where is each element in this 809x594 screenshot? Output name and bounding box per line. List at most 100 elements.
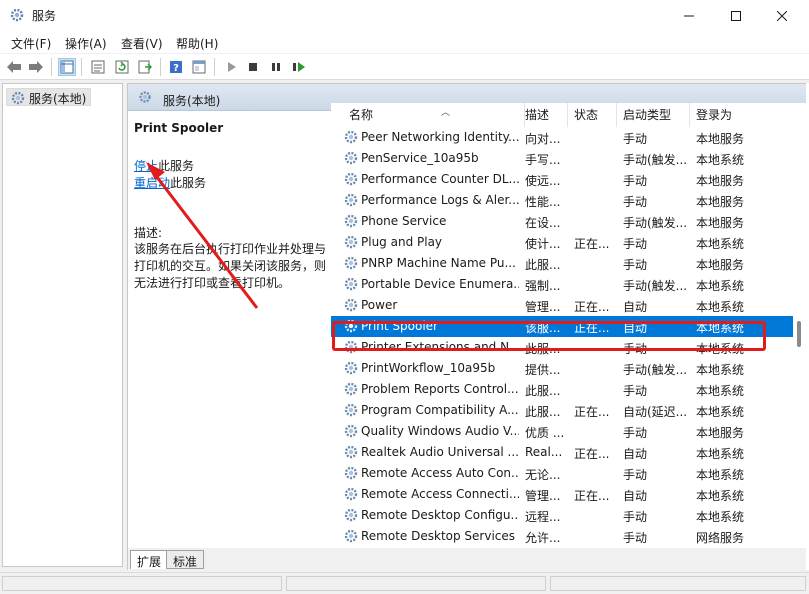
column-header-desc[interactable]: 描述 <box>519 103 568 127</box>
show-hide-tree-button[interactable] <box>58 58 76 76</box>
service-start-type: 手动 <box>623 468 648 482</box>
export-list-icon <box>138 60 152 74</box>
content-header-title: 服务(本地) <box>163 94 221 108</box>
table-row[interactable]: PNRP Machine Name Pu... 此服... 手动 本地服务 <box>331 253 793 274</box>
table-row[interactable]: Remote Desktop Services 允许... 手动 网络服务 <box>331 526 793 547</box>
restart-icon <box>293 62 305 72</box>
service-start-type: 手动(触发... <box>623 216 688 230</box>
service-logon: 本地系统 <box>696 153 745 167</box>
service-gear-icon <box>344 214 358 228</box>
export-list-button[interactable] <box>136 58 154 76</box>
table-row[interactable]: Peer Networking Identity... 向对... 手动 本地服务 <box>331 127 793 148</box>
menu-view[interactable]: 查看(V) <box>121 35 163 52</box>
title-bar: 服务 <box>0 0 809 32</box>
service-description: 无论... <box>525 468 561 482</box>
service-status: 正在... <box>574 489 610 503</box>
column-start-type-label: 启动类型 <box>623 108 672 122</box>
table-row[interactable]: Remote Desktop Configu... 远程... 手动 本地系统 <box>331 505 793 526</box>
table-row[interactable]: Performance Counter DL... 使远... 手动 本地服务 <box>331 169 793 190</box>
properties-button[interactable] <box>89 58 107 76</box>
tab-extended[interactable]: 扩展 <box>130 550 169 569</box>
table-row[interactable]: PrintWorkflow_10a95b 提供... 手动(触发... 本地系统 <box>331 358 793 379</box>
tree-node-services-local[interactable]: 服务(本地) <box>6 88 92 106</box>
refresh-button[interactable] <box>113 58 131 76</box>
maximize-button[interactable] <box>713 0 759 32</box>
service-name: Remote Access Auto Con... <box>361 466 519 480</box>
gear-icon <box>11 91 25 105</box>
service-status: 正在... <box>574 300 610 314</box>
view-button[interactable] <box>190 58 208 76</box>
table-row[interactable]: Program Compatibility A... 此服... 正在... 自动(延… <box>331 400 793 421</box>
table-row[interactable]: Remote Access Auto Con... 无论... 手动 本地系统 <box>331 463 793 484</box>
service-logon: 网络服务 <box>696 531 745 545</box>
service-name: Plug and Play <box>361 235 443 249</box>
back-button[interactable] <box>5 58 23 76</box>
vertical-scrollbar[interactable] <box>793 103 807 548</box>
table-row[interactable]: Performance Logs & Aler... 性能... 手动 本地服务 <box>331 190 793 211</box>
pause-service-button[interactable] <box>267 58 285 76</box>
service-logon: 本地服务 <box>696 216 745 230</box>
service-name: Remote Desktop Services <box>361 529 516 543</box>
stop-service-link[interactable]: 停止 <box>134 159 158 173</box>
service-description: 优质 ... <box>525 426 565 440</box>
window-title: 服务 <box>32 9 57 23</box>
service-description: 手写... <box>525 153 561 167</box>
table-row[interactable]: Realtek Audio Universal ... Real... 正在... 自… <box>331 442 793 463</box>
properties-icon <box>91 60 105 74</box>
service-start-type: 手动 <box>623 258 648 272</box>
list-header: 名称 ︿ 描述 状态 启动类型 登录为 <box>331 103 793 127</box>
column-header-start-type[interactable]: 启动类型 <box>617 103 690 127</box>
table-row[interactable]: PenService_10a95b 手写... 手动(触发... 本地系统 <box>331 148 793 169</box>
help-button[interactable]: ? <box>167 58 185 76</box>
column-header-logon[interactable]: 登录为 <box>690 103 770 127</box>
stop-service-suffix: 此服务 <box>158 159 195 173</box>
scrollbar-thumb[interactable] <box>797 321 801 347</box>
table-row[interactable]: Quality Windows Audio V... 优质 ... 手动 本地服务 <box>331 421 793 442</box>
minimize-button[interactable] <box>666 0 712 32</box>
table-row[interactable]: Problem Reports Control... 此服... 手动 本地系统 <box>331 379 793 400</box>
menu-help[interactable]: 帮助(H) <box>176 35 218 52</box>
tab-standard[interactable]: 标准 <box>166 550 205 569</box>
menu-file[interactable]: 文件(F) <box>11 35 51 52</box>
close-button[interactable] <box>759 0 805 32</box>
service-gear-icon <box>344 151 358 165</box>
table-row[interactable]: Portable Device Enumera... 强制... 手动(触发... 本… <box>331 274 793 295</box>
forward-arrow-icon <box>29 61 43 73</box>
table-row[interactable]: Phone Service 在设... 手动(触发... 本地服务 <box>331 211 793 232</box>
forward-button[interactable] <box>27 58 45 76</box>
restart-service-button[interactable] <box>290 58 308 76</box>
table-row[interactable]: Plug and Play 使计... 正在... 手动 本地系统 <box>331 232 793 253</box>
service-description: 向对... <box>525 132 561 146</box>
column-header-name[interactable]: 名称 ︿ <box>343 103 525 127</box>
restart-service-suffix: 此服务 <box>170 176 207 190</box>
toolbar: ? <box>0 54 809 80</box>
service-logon: 本地系统 <box>696 468 745 482</box>
column-desc-label: 描述 <box>525 108 550 122</box>
service-status: 正在... <box>574 237 610 251</box>
service-name: Portable Device Enumera... <box>361 277 519 291</box>
column-name-label: 名称 <box>349 108 374 122</box>
status-bar <box>0 572 809 594</box>
table-row[interactable]: Remote Access Connecti... 管理... 正在... 自动 本地系… <box>331 484 793 505</box>
column-header-status[interactable]: 状态 <box>568 103 617 127</box>
stop-service-button[interactable] <box>244 58 262 76</box>
service-name: Power <box>361 298 398 312</box>
service-name: Peer Networking Identity... <box>361 130 519 144</box>
service-gear-icon <box>344 445 358 459</box>
play-icon <box>228 62 236 72</box>
service-start-type: 自动 <box>623 447 648 461</box>
service-description: 此服... <box>525 258 561 272</box>
maximize-icon <box>731 11 741 21</box>
restart-service-link[interactable]: 重启动 <box>134 176 170 190</box>
service-start-type: 手动 <box>623 132 648 146</box>
service-gear-icon <box>344 298 358 312</box>
service-description: Real... <box>525 445 563 459</box>
service-logon: 本地系统 <box>696 300 745 314</box>
service-logon: 本地系统 <box>696 447 745 461</box>
table-row[interactable]: Power 管理... 正在... 自动 本地系统 <box>331 295 793 316</box>
start-service-button[interactable] <box>222 58 240 76</box>
service-gear-icon <box>344 172 358 186</box>
menu-action[interactable]: 操作(A) <box>65 35 107 52</box>
service-description: 使计... <box>525 237 561 251</box>
service-description: 管理... <box>525 489 561 503</box>
